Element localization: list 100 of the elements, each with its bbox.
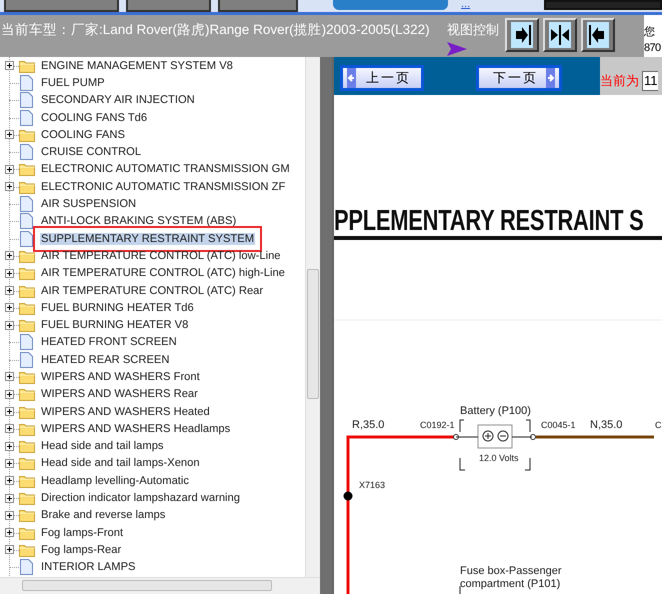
next-page-button[interactable]: 下一页: [476, 65, 562, 91]
document-icon: [20, 230, 33, 247]
play-arrow-icon: [447, 42, 467, 56]
expand-icon[interactable]: [5, 303, 14, 312]
tree-item[interactable]: WIPERS AND WASHERS Heated: [40, 406, 211, 418]
tree-item[interactable]: AIR SUSPENSION: [40, 198, 138, 210]
document-icon: [20, 559, 33, 576]
tree-item[interactable]: COOLING FANS: [40, 128, 126, 141]
tree-item[interactable]: AIR TEMPERATURE CONTROL (ATC) Rear: [40, 284, 264, 296]
tree-item[interactable]: Head side and tail lamps-Xenon: [40, 457, 201, 470]
diagram-label: R,35.0: [352, 419, 384, 431]
tree-item[interactable]: WIPERS AND WASHERS Front: [40, 370, 201, 383]
folder-icon: [19, 542, 35, 557]
expand-icon[interactable]: [5, 390, 14, 399]
diagram-label: N,35.0: [590, 419, 622, 431]
tree-item[interactable]: Direction indicator lampshazard warning: [40, 492, 241, 504]
expand-icon[interactable]: [5, 268, 14, 278]
tree-item[interactable]: FUEL PUMP: [40, 76, 106, 89]
tree-item[interactable]: WIPERS AND WASHERS Headlamps: [40, 422, 232, 435]
toolbar-button[interactable]: [218, 0, 298, 12]
tree-item[interactable]: HEATED FRONT SCREEN: [40, 336, 178, 348]
horizontal-scrollbar[interactable]: [0, 577, 320, 594]
folder-icon: [19, 162, 35, 176]
folder-icon: [19, 404, 35, 419]
expand-icon[interactable]: [5, 61, 14, 70]
tree-item[interactable]: ELECTRONIC AUTOMATIC TRANSMISSION GM: [40, 163, 291, 176]
expand-icon[interactable]: [5, 320, 14, 330]
tree-item[interactable]: COOLING FANS Td6: [40, 112, 148, 124]
folder-icon: [19, 456, 35, 470]
info-text: 您: [644, 25, 656, 40]
document-icon: [20, 352, 33, 368]
tree-item[interactable]: Headlamp levelling-Automatic: [40, 474, 190, 487]
folder-icon: [19, 439, 35, 454]
expand-icon[interactable]: [5, 407, 14, 416]
tree-item[interactable]: INTERIOR LAMPS: [40, 561, 136, 574]
tree-item[interactable]: HEATED REAR SCREEN: [40, 354, 170, 366]
folder-icon: [19, 300, 35, 315]
previous-page-button[interactable]: 上一页: [340, 65, 424, 91]
diagram-label: C0192-1: [420, 420, 455, 430]
folder-icon: [19, 387, 35, 402]
tree-item[interactable]: CRUISE CONTROL: [40, 146, 142, 158]
expand-icon[interactable]: [5, 476, 14, 486]
folder-icon: [19, 284, 35, 298]
diagram-label: C0045-1: [541, 420, 576, 430]
expand-icon[interactable]: [5, 372, 14, 382]
folder-icon: [19, 248, 35, 263]
tree-item[interactable]: Head side and tail lamps: [40, 440, 165, 452]
tree-item[interactable]: SUPPLEMENTARY RESTRAINT SYSTEM: [40, 232, 256, 245]
tree-item[interactable]: FUEL BURNING HEATER Td6: [40, 302, 195, 314]
document-icon: [20, 74, 33, 91]
split-view-button[interactable]: [543, 18, 577, 52]
expand-icon[interactable]: [5, 164, 14, 174]
folder-icon: [19, 58, 35, 73]
diagram-label: Battery (P100): [460, 405, 531, 417]
tree-item[interactable]: ENGINE MANAGEMENT SYSTEM V8: [40, 60, 234, 72]
expand-icon[interactable]: [5, 442, 14, 451]
expand-icon[interactable]: [5, 424, 14, 434]
expand-icon[interactable]: [5, 458, 14, 468]
tree-item[interactable]: AIR TEMPERATURE CONTROL (ATC) high-Line: [40, 267, 286, 280]
tree-item[interactable]: Brake and reverse lamps: [40, 509, 166, 522]
folder-icon: [19, 474, 35, 488]
diagram-label: 12.0 Volts: [479, 453, 519, 463]
tree-item[interactable]: AIR TEMPERATURE CONTROL (ATC) low-Line: [40, 250, 282, 262]
dock-left-button[interactable]: [581, 18, 615, 52]
diagram-label: compartment (P101): [460, 578, 560, 590]
tree-item[interactable]: ELECTRONIC AUTOMATIC TRANSMISSION ZF: [40, 180, 286, 193]
toolbar-button[interactable]: [4, 0, 119, 12]
folder-icon: [19, 422, 35, 436]
expand-icon[interactable]: [5, 286, 14, 295]
expand-icon[interactable]: [5, 510, 14, 520]
tree-item[interactable]: WIPERS AND WASHERS Rear: [40, 388, 199, 400]
tree-item[interactable]: FUEL BURNING HEATER V8: [40, 319, 190, 332]
folder-icon: [19, 128, 35, 142]
vertical-scrollbar[interactable]: [305, 57, 320, 578]
folder-icon: [19, 508, 35, 522]
tree-item[interactable]: SECONDARY AIR INJECTION: [40, 94, 196, 106]
expand-icon[interactable]: [5, 251, 14, 260]
tree-item[interactable]: Fog lamps-Rear: [40, 544, 122, 556]
document-icon: [20, 213, 33, 230]
diagram-label: X7163: [359, 480, 386, 490]
diagram-label: C: [655, 420, 662, 430]
expand-icon[interactable]: [5, 182, 14, 192]
scrollbar-thumb[interactable]: [22, 580, 272, 591]
folder-icon: [19, 491, 35, 506]
page-number-field[interactable]: 11: [642, 71, 658, 91]
document-icon: [20, 334, 33, 350]
link[interactable]: ...: [461, 0, 470, 12]
view-control-label: 视图控制: [447, 21, 499, 39]
document-heading: PPLEMENTARY RESTRAINT S: [334, 206, 644, 236]
scrollbar-thumb[interactable]: [307, 269, 319, 399]
tree-item[interactable]: ANTI-LOCK BRAKING SYSTEM (ABS): [40, 215, 238, 228]
toolbar-button[interactable]: [126, 0, 211, 12]
expand-icon[interactable]: [5, 130, 14, 140]
folder-icon: [19, 180, 35, 194]
expand-icon[interactable]: [5, 545, 14, 554]
expand-icon[interactable]: [5, 528, 14, 538]
tree-item[interactable]: Fog lamps-Front: [40, 526, 124, 539]
expand-icon[interactable]: [5, 494, 14, 503]
dock-right-button[interactable]: [505, 18, 539, 52]
splice-dot: [344, 492, 352, 500]
